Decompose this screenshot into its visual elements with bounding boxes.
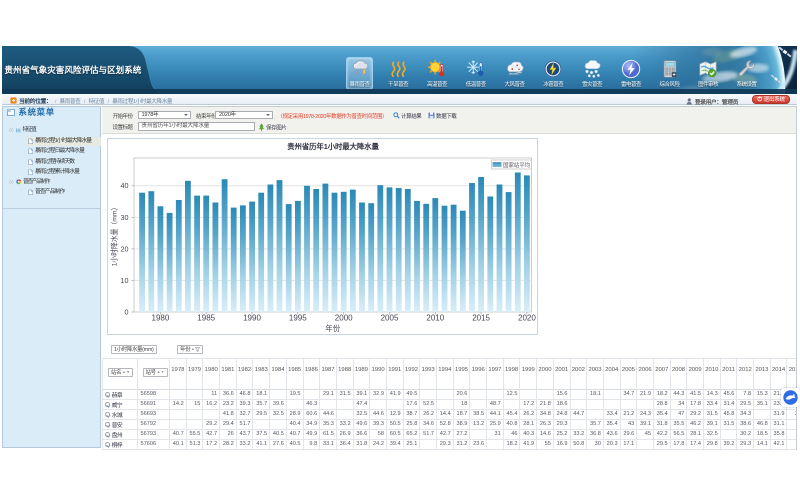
svg-text:40: 40 — [120, 181, 128, 190]
svg-text:30: 30 — [120, 213, 128, 222]
svg-text:2005: 2005 — [380, 314, 398, 323]
svg-text:1990: 1990 — [243, 314, 261, 323]
svg-text:2020: 2020 — [518, 314, 536, 323]
svg-text:1995: 1995 — [288, 314, 306, 323]
svg-text:2015: 2015 — [472, 314, 490, 323]
svg-text:年份: 年份 — [325, 323, 340, 333]
svg-text:20: 20 — [120, 244, 128, 253]
svg-text:国家站平均: 国家站平均 — [503, 161, 531, 169]
svg-text:1小时降水量（mm）: 1小时降水量（mm） — [109, 204, 118, 267]
svg-text:1980: 1980 — [151, 314, 169, 323]
svg-text:2010: 2010 — [426, 314, 444, 323]
svg-text:1985: 1985 — [197, 314, 215, 323]
svg-text:贵州省历年1小时最大降水量: 贵州省历年1小时最大降水量 — [287, 142, 379, 151]
svg-text:2000: 2000 — [334, 314, 352, 323]
svg-text:10: 10 — [120, 276, 128, 285]
svg-text:0: 0 — [124, 307, 128, 316]
